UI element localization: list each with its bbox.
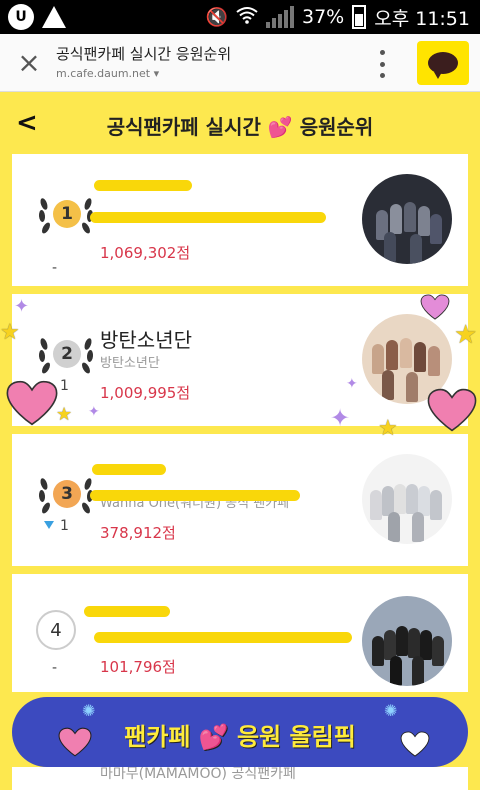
more-menu-icon[interactable]	[372, 50, 392, 78]
ranking-card[interactable]: 3 1 Wanna One(워너원) 공식 팬카페 378,912점	[12, 434, 468, 566]
redaction-mark	[90, 490, 300, 501]
status-bar: U 🔇 37% 오후 11:51	[0, 0, 480, 34]
rank-number: 4	[36, 610, 76, 650]
artist-photo[interactable]	[362, 174, 452, 264]
page-title: 공식팬카페 실시간 💕 응원순위	[106, 115, 374, 139]
rank-number: 2	[53, 340, 81, 368]
kakao-share-button[interactable]	[417, 41, 469, 85]
cafe-name: 마마무(MAMAMOO) 공식팬카페	[100, 767, 296, 782]
battery-icon	[352, 5, 367, 29]
sparkle-icon: ✦	[346, 376, 358, 392]
star-icon: ★	[56, 404, 73, 425]
redaction-mark	[94, 180, 192, 191]
clock: 오후 11:51	[374, 7, 470, 30]
rank-change: 1	[44, 518, 69, 534]
score: 378,912점	[100, 524, 176, 542]
close-icon[interactable]: ×	[16, 49, 42, 77]
rank-down-icon	[44, 521, 54, 529]
sparkle-icon: ✦	[330, 404, 351, 432]
heart-icon	[6, 380, 58, 426]
score: 101,796점	[100, 658, 176, 676]
mute-icon: 🔇	[205, 6, 228, 28]
score: 1,009,995점	[100, 384, 191, 402]
score: 1,069,302점	[100, 244, 191, 262]
heart-icon	[427, 388, 477, 432]
rank-change: -	[52, 660, 58, 676]
heart-icon	[420, 294, 450, 320]
ranking-card[interactable]: 1 - 1,069,302점	[12, 154, 468, 286]
browser-bar: × 공식팬카페 실시간 응원순위 m.cafe.daum.net ▾	[0, 34, 480, 92]
page-header: < 공식팬카페 실시간 💕 응원순위	[0, 92, 480, 154]
carrier-icon: U	[8, 4, 34, 30]
chat-bubble-icon	[428, 52, 458, 79]
rank-number: 1	[53, 200, 81, 228]
warning-icon	[42, 6, 66, 28]
fan-cafe-olympic-banner[interactable]: ✺ ✺ 팬카페 💕 응원 올림픽	[12, 697, 468, 767]
rank-number: 3	[53, 480, 81, 508]
redaction-mark	[84, 606, 170, 617]
cafe-name: 방탄소년단	[100, 356, 160, 371]
wifi-icon	[236, 6, 258, 29]
ranking-card[interactable]: 4 - 101,796점	[12, 574, 468, 692]
star-icon: ★	[454, 320, 478, 350]
star-icon: ★	[378, 416, 398, 441]
rank-badge: 1	[34, 184, 98, 248]
banner-title: 팬카페 💕 응원 올림픽	[124, 723, 356, 751]
sparkle-icon: ✦	[14, 296, 30, 317]
artist-name: 방탄소년단	[100, 328, 192, 352]
ranking-card[interactable]: 마마무(MAMAMOO) 공식팬카페	[12, 767, 468, 790]
redaction-mark	[90, 212, 326, 223]
signal-icon	[266, 6, 294, 28]
artist-photo[interactable]	[362, 454, 452, 544]
browser-title: 공식팬카페 실시간 응원순위	[56, 45, 232, 63]
rank-change: -	[52, 260, 58, 276]
ranking-card[interactable]: 2 1 방탄소년단 방탄소년단 1,009,995점	[12, 294, 468, 426]
redaction-mark	[92, 464, 166, 475]
artist-photo[interactable]	[362, 596, 452, 686]
sparkle-icon: ✦	[88, 404, 100, 420]
battery-percent: 37%	[302, 6, 345, 28]
star-icon: ★	[0, 320, 20, 345]
redaction-mark	[94, 632, 352, 643]
browser-url[interactable]: m.cafe.daum.net ▾	[56, 67, 159, 80]
